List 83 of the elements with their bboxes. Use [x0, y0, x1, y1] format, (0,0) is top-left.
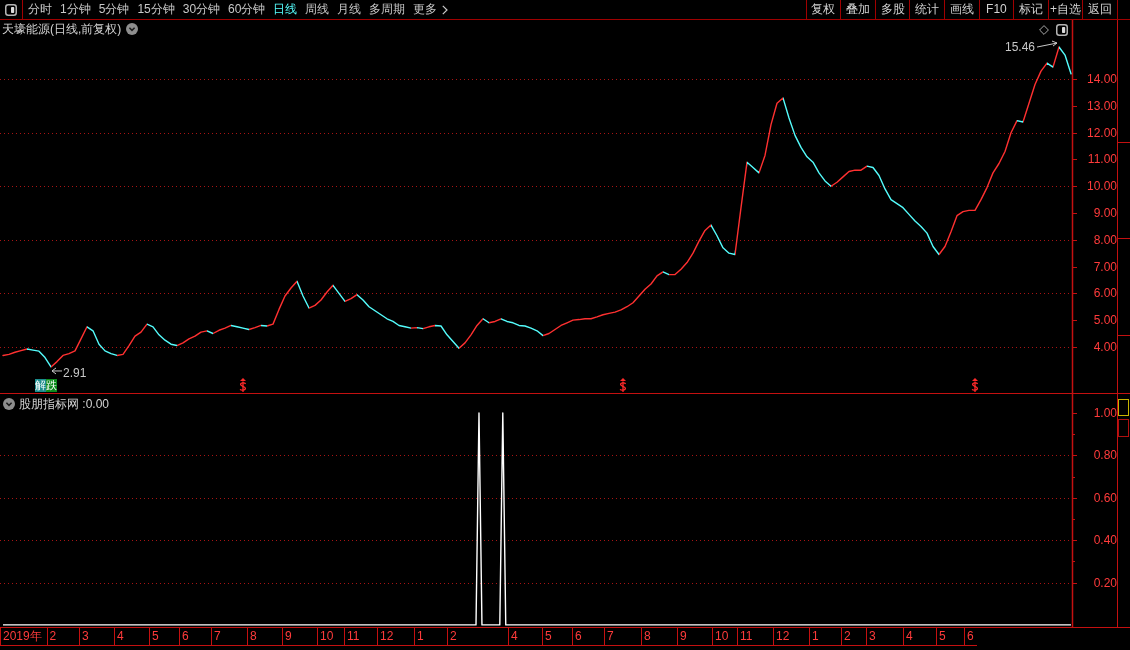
period-tab[interactable]: 周线: [305, 0, 330, 19]
panel-toggle-icon: [5, 3, 17, 16]
dollar-signal-icon: [971, 378, 979, 392]
axis-label: 13.00: [1086, 98, 1117, 113]
period-tab[interactable]: 15分钟: [137, 0, 175, 19]
event-badge: 解: [35, 379, 46, 392]
event-badge: 跌: [46, 379, 57, 392]
date-label: 5: [149, 628, 179, 646]
arrow-icon: [1036, 40, 1058, 48]
toolbar-button[interactable]: 统计: [909, 0, 945, 19]
axis-label: 0.20: [1093, 575, 1117, 590]
toolbar-button[interactable]: 返回: [1082, 0, 1117, 19]
date-label: 12: [773, 628, 809, 646]
date-label: 10: [712, 628, 737, 646]
period-tab[interactable]: 1分钟: [60, 0, 91, 19]
toolbar-button[interactable]: 多股: [874, 0, 910, 19]
date-label: 9: [282, 628, 317, 646]
price-high-label: 15.46: [1004, 40, 1035, 55]
date-label: 3: [866, 628, 903, 646]
date-label: 5: [542, 628, 572, 646]
period-tab[interactable]: 30分钟: [182, 0, 221, 19]
diamond-icon[interactable]: [1039, 25, 1049, 35]
dropdown-icon[interactable]: [3, 398, 15, 410]
axis-label: 14.00: [1086, 72, 1117, 87]
date-label: 9: [677, 628, 712, 646]
chevron-right-icon: [442, 4, 449, 15]
panel-toggle-icon[interactable]: [1056, 24, 1068, 36]
date-label: 2019年: [0, 628, 47, 646]
axis-label: 11.00: [1087, 152, 1117, 167]
date-label: 2: [447, 628, 508, 646]
date-label: 7: [604, 628, 641, 646]
date-label: 10: [317, 628, 344, 646]
date-label: 11: [344, 628, 377, 646]
period-tab[interactable]: 月线: [337, 0, 362, 19]
axis-label: 6.00: [1093, 286, 1117, 301]
chart-title: 天壕能源(日线,前复权): [2, 22, 122, 36]
more-menu-button[interactable]: 更多: [413, 0, 449, 19]
dropdown-icon[interactable]: [126, 23, 139, 35]
toolbar-button[interactable]: 标记: [1013, 0, 1048, 19]
axis-label: 0.80: [1093, 448, 1117, 463]
period-tab[interactable]: 60分钟: [228, 0, 266, 19]
toolbar-button[interactable]: +自选: [1047, 0, 1083, 19]
date-label: 8: [247, 628, 282, 646]
toolbar-button[interactable]: F10: [978, 0, 1014, 19]
date-label: 4: [114, 628, 149, 646]
date-label: 1: [414, 628, 447, 646]
date-label: 2: [46, 628, 79, 646]
date-label: 11: [737, 628, 773, 646]
date-label: 4: [508, 628, 542, 646]
date-label: 5: [936, 628, 964, 646]
toolbar-button[interactable]: 叠加: [840, 0, 875, 19]
dollar-signal-icon: [619, 378, 627, 392]
arrow-icon: [51, 367, 63, 375]
date-label: 7: [211, 628, 247, 646]
side-tab[interactable]: [1118, 399, 1129, 416]
axis-label: 9.00: [1093, 206, 1117, 220]
date-label: 4: [903, 628, 936, 646]
period-tab[interactable]: 日线: [273, 0, 298, 19]
date-label: 12: [377, 628, 414, 646]
dollar-signal-icon: [239, 378, 247, 392]
period-tab[interactable]: 多周期: [369, 0, 406, 19]
axis-label: 10.00: [1086, 179, 1117, 194]
period-tab[interactable]: 分时: [28, 0, 52, 19]
date-label: 1: [809, 628, 841, 646]
axis-label: 1.00: [1093, 406, 1117, 421]
axis-label: 7.00: [1093, 259, 1117, 274]
date-label: 2: [841, 628, 866, 646]
axis-label: 8.00: [1093, 232, 1117, 247]
toolbar-button[interactable]: 复权: [805, 0, 841, 19]
axis-label: 0.40: [1093, 533, 1117, 548]
date-label: 6: [179, 628, 211, 646]
toolbar-button[interactable]: 画线: [944, 0, 979, 19]
date-label: 6: [964, 628, 977, 646]
indicator-title: 股朋指标网 :0.00: [19, 397, 110, 411]
axis-label: 0.60: [1093, 490, 1117, 505]
axis-label: 12.00: [1086, 125, 1117, 140]
axis-label: 4.00: [1093, 339, 1117, 354]
date-label: 6: [572, 628, 604, 646]
period-tab[interactable]: 5分钟: [98, 0, 130, 19]
date-label: 3: [79, 628, 114, 646]
axis-label: 5.00: [1093, 313, 1117, 328]
date-label: 8: [641, 628, 677, 646]
price-low-label: 2.91: [63, 365, 87, 380]
